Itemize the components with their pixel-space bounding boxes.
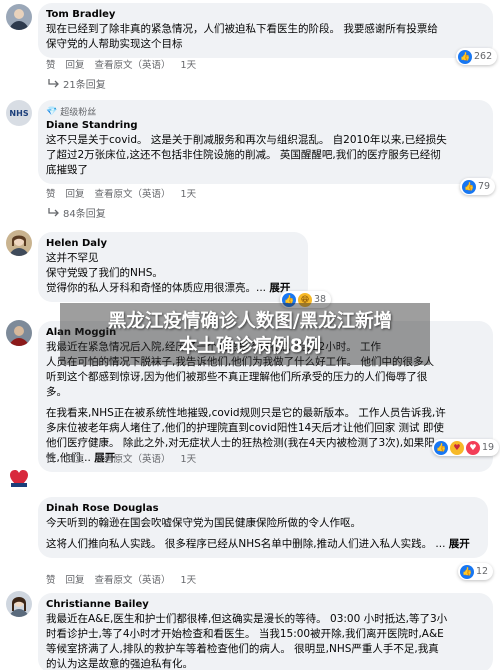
commenter-name[interactable]: Christianne Bailey: [46, 598, 483, 612]
like-reaction-icon: 👍: [462, 179, 476, 194]
see-original-button[interactable]: 查看原文（英语）: [95, 451, 171, 465]
avatar[interactable]: [6, 4, 32, 30]
commenter-name[interactable]: Helen Daly: [46, 237, 298, 251]
title-overlay-text: 黑龙江疫情确诊人数图/黑龙江新增 本土确诊病例8例: [0, 309, 500, 359]
comment-bubble: Dinah Rose Douglas 今天听到的翰逊在国会吹嘘保守党为国民健康保…: [38, 497, 488, 558]
avatar[interactable]: [6, 591, 32, 617]
see-original-button[interactable]: 查看原文（英语）: [95, 57, 171, 71]
comment-bubble: Tom Bradley 现在已经到了除非真的紧急情况，人们被迫私下看医生的阶段。…: [38, 3, 493, 58]
reply-button[interactable]: 回复: [66, 572, 85, 586]
see-original-button[interactable]: 查看原文（英语）: [95, 572, 171, 586]
like-button[interactable]: 赞: [46, 186, 56, 200]
like-button[interactable]: 赞: [46, 451, 56, 465]
avatar[interactable]: [6, 230, 32, 256]
overlay-line-1: 黑龙江疫情确诊人数图/黑龙江新增: [107, 311, 393, 332]
commenter-name[interactable]: Diane Standring: [46, 119, 483, 133]
comment-bubble: Helen Daly 这并不罕见 保守党毁了我们的NHS。 觉得你的私人牙科和奇怪的…: [38, 232, 308, 302]
replies-count: 21条回复: [63, 80, 106, 91]
reaction-summary[interactable]: 👍 262: [456, 48, 498, 65]
reply-arrow-icon: [48, 79, 59, 88]
see-original-button[interactable]: 查看原文（英语）: [95, 186, 171, 200]
svg-text:NHS: NHS: [9, 109, 28, 118]
heart-reaction-icon: ♥: [466, 440, 480, 455]
comment-bubble: 💎 超级粉丝 Diane Standring 这不只是关于covid。 这是关于…: [38, 100, 493, 184]
care-reaction-icon: ♥: [450, 440, 464, 455]
timestamp[interactable]: 1天: [181, 186, 197, 200]
reaction-count: 79: [478, 181, 491, 192]
comment-text: 现在已经到了除非真的紧急情况，人们被迫私下看医生的阶段。 我要感谢所有投票给 保守…: [46, 23, 438, 50]
like-button[interactable]: 赞: [46, 572, 56, 586]
reaction-summary[interactable]: 👍 79: [460, 178, 496, 195]
like-button[interactable]: 赞: [46, 57, 56, 71]
comment-text: 这不只是关于covid。 这是关于削减服务和再次与组织混乱。 自2010年以来,…: [46, 134, 447, 176]
reaction-summary[interactable]: 👍 ♥ ♥ 19: [432, 439, 500, 456]
commenter-name[interactable]: Dinah Rose Douglas: [46, 502, 478, 516]
view-replies[interactable]: 84条回复: [48, 205, 106, 220]
like-reaction-icon: 👍: [460, 564, 474, 579]
see-more-link[interactable]: 展开: [449, 538, 470, 550]
comment-text: 这并不罕见 保守党毁了我们的NHS。 觉得你的私人牙科和奇怪的体质应用很漂亮。...…: [46, 252, 291, 294]
reply-button[interactable]: 回复: [66, 186, 85, 200]
comment-bubble: Christianne Bailey 我最近在A&E,医生和护士们都很棒,但这确…: [38, 593, 493, 670]
timestamp[interactable]: 1天: [181, 57, 197, 71]
overlay-line-2: 本土确诊病例8例: [178, 336, 322, 357]
avatar[interactable]: [6, 466, 32, 492]
reply-button[interactable]: 回复: [66, 451, 85, 465]
timestamp[interactable]: 1天: [181, 572, 197, 586]
reply-arrow-icon: [48, 208, 59, 217]
timestamp[interactable]: 1天: [181, 451, 197, 465]
reply-button[interactable]: 回复: [66, 57, 85, 71]
avatar[interactable]: NHS: [6, 100, 32, 126]
reaction-count: 12: [476, 566, 489, 577]
top-fan-badge: 💎 超级粉丝: [46, 106, 97, 119]
view-replies[interactable]: 21条回复: [48, 76, 106, 91]
reaction-summary[interactable]: 👍 12: [458, 563, 494, 580]
comment-actions: 赞 回复 查看原文（英语） 1天: [46, 186, 196, 200]
comment-actions: 赞 回复 查看原文（英语） 1天: [46, 57, 196, 71]
like-reaction-icon: 👍: [458, 49, 472, 64]
diamond-icon: 💎: [46, 106, 58, 117]
commenter-name[interactable]: Tom Bradley: [46, 8, 483, 22]
reaction-count: 19: [482, 442, 495, 453]
reaction-count: 262: [474, 51, 493, 62]
comment-actions: 赞 回复 查看原文（英语） 1天: [46, 451, 196, 465]
like-reaction-icon: 👍: [434, 440, 448, 455]
replies-count: 84条回复: [63, 209, 106, 220]
comment-text: 今天听到的翰逊在国会吹嘘保守党为国民健康保险所做的令人作呕。 这将人们推向私人实…: [46, 517, 470, 550]
comment-actions: 赞 回复 查看原文（英语） 1天: [46, 572, 196, 586]
comment-text: 我最近在A&E,医生和护士们都很棒,但这确实是漫长的等待。 03:00 小时抵达…: [46, 613, 448, 670]
